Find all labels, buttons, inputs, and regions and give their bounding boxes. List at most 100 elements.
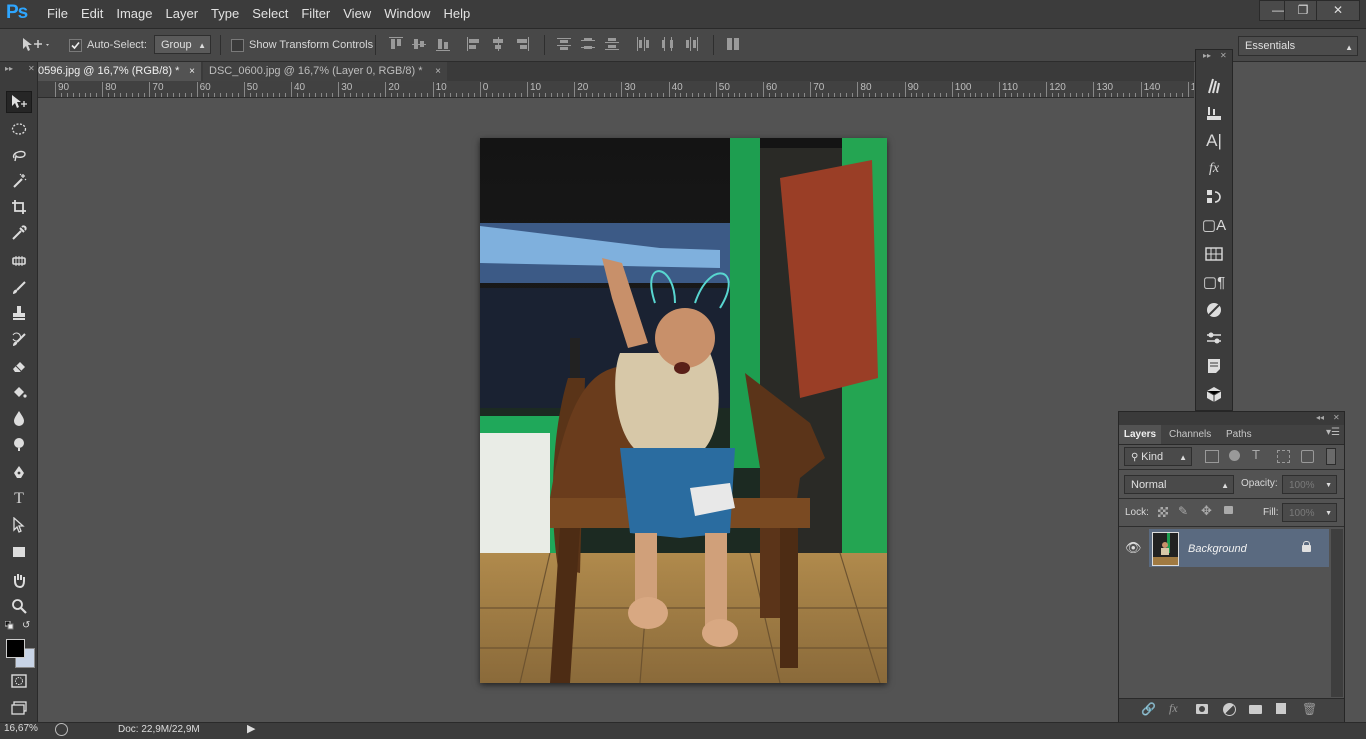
add-layer-style-icon[interactable]: fx	[1169, 701, 1178, 716]
menu-type[interactable]: Type	[210, 0, 250, 28]
color-panel-icon[interactable]	[1203, 299, 1225, 321]
crop-tool-icon[interactable]	[6, 196, 32, 218]
type-tool-icon[interactable]: T	[6, 488, 32, 510]
add-mask-icon[interactable]	[1196, 704, 1208, 714]
healing-brush-tool-icon[interactable]	[6, 250, 32, 272]
tab-paths[interactable]: Paths	[1226, 425, 1252, 444]
auto-align-layers-icon[interactable]	[726, 37, 740, 51]
eyedropper-tool-icon[interactable]	[6, 222, 32, 244]
paragraph-styles-panel-icon[interactable]: ▢¶	[1203, 271, 1225, 293]
align-vertical-center-icon[interactable]	[412, 37, 426, 51]
lock-image-pixels-icon[interactable]: ✎	[1178, 504, 1188, 518]
distribute-top-icon[interactable]	[557, 37, 571, 51]
filter-toggle-switch[interactable]	[1326, 448, 1336, 465]
collapse-panel-icon[interactable]: ◂◂	[1316, 413, 1324, 422]
blend-mode-dropdown[interactable]: Normal ▲	[1124, 475, 1234, 494]
filter-type-layer-icon[interactable]: T	[1252, 447, 1260, 462]
distribute-bottom-icon[interactable]	[605, 37, 619, 51]
auto-select-checkbox[interactable]	[69, 39, 82, 52]
menu-view[interactable]: View	[342, 0, 382, 28]
status-info-icon[interactable]	[55, 723, 68, 736]
status-menu-arrow-icon[interactable]: ▶	[247, 722, 255, 735]
quick-mask-icon[interactable]	[6, 670, 32, 692]
new-adjustment-layer-icon[interactable]	[1223, 703, 1236, 716]
magic-wand-tool-icon[interactable]	[6, 170, 32, 192]
horizontal-ruler[interactable]: 9080706050403020100102030405060708090100…	[38, 81, 1194, 98]
brush-tool-icon[interactable]	[6, 277, 32, 299]
3d-panel-icon[interactable]	[1203, 383, 1225, 405]
properties-panel-icon[interactable]	[1203, 102, 1225, 124]
fill-field[interactable]: 100% ▼	[1282, 503, 1337, 522]
menu-window[interactable]: Window	[383, 0, 441, 28]
menu-layer[interactable]: Layer	[165, 0, 210, 28]
link-layers-icon[interactable]: 🔗	[1141, 702, 1156, 716]
lock-position-icon[interactable]: ✥	[1201, 503, 1212, 519]
foreground-color-swatch[interactable]	[6, 639, 25, 658]
layer-filter-dropdown[interactable]: ⚲ Kind ▲	[1124, 447, 1192, 466]
paint-bucket-tool-icon[interactable]	[6, 381, 32, 403]
history-brush-tool-icon[interactable]	[6, 329, 32, 351]
brush-presets-panel-icon[interactable]	[1203, 327, 1225, 349]
pen-tool-icon[interactable]	[6, 462, 32, 484]
filter-shape-layer-icon[interactable]	[1277, 450, 1290, 463]
new-group-icon[interactable]	[1249, 705, 1262, 714]
close-tab-icon[interactable]: ×	[435, 62, 441, 81]
swap-colors-icon[interactable]: ↺	[22, 620, 30, 631]
menu-help[interactable]: Help	[442, 0, 481, 28]
align-bottom-icon[interactable]	[436, 37, 450, 51]
default-colors-icon[interactable]	[5, 621, 14, 630]
tab-channels[interactable]: Channels	[1169, 425, 1211, 444]
distribute-horizontal-center-icon[interactable]	[661, 37, 675, 51]
close-panel-icon[interactable]: ✕	[1220, 51, 1227, 60]
move-tool-icon[interactable]	[6, 91, 32, 113]
workspace-dropdown[interactable]: Essentials ▲	[1238, 36, 1358, 56]
filter-adjustment-layer-icon[interactable]	[1229, 450, 1240, 461]
align-left-icon[interactable]	[467, 37, 481, 51]
tab-document-2[interactable]: DSC_0600.jpg @ 16,7% (Layer 0, RGB/8) * …	[203, 62, 447, 81]
panel-menu-icon[interactable]: ▾☰	[1326, 427, 1340, 438]
eraser-tool-icon[interactable]	[6, 355, 32, 377]
align-right-icon[interactable]	[515, 37, 529, 51]
menu-edit[interactable]: Edit	[80, 0, 114, 28]
menu-file[interactable]: File	[46, 0, 79, 28]
show-transform-checkbox[interactable]	[231, 39, 244, 52]
zoom-tool-icon[interactable]	[6, 595, 32, 617]
visibility-eye-icon[interactable]: 👁	[1125, 540, 1142, 556]
lasso-tool-icon[interactable]	[6, 144, 32, 166]
distribute-right-icon[interactable]	[685, 37, 699, 51]
opacity-field[interactable]: 100% ▼	[1282, 475, 1337, 494]
auto-select-dropdown[interactable]: Group ▲	[154, 35, 211, 54]
distribute-left-icon[interactable]	[636, 37, 650, 51]
collapse-panel-icon[interactable]: ▸▸	[5, 64, 13, 73]
distribute-vertical-center-icon[interactable]	[581, 37, 595, 51]
adjustments-panel-icon[interactable]	[1203, 186, 1225, 208]
rectangle-tool-icon[interactable]	[6, 541, 32, 563]
menu-image[interactable]: Image	[115, 0, 163, 28]
move-tool-preset-icon[interactable]	[20, 36, 50, 54]
close-window-button[interactable]: ✕	[1316, 0, 1360, 21]
layers-scrollbar[interactable]	[1331, 529, 1343, 697]
lock-transparent-pixels-icon[interactable]	[1158, 507, 1168, 517]
collapse-panel-icon[interactable]: ▸▸	[1203, 51, 1211, 60]
close-panel-icon[interactable]: ✕	[28, 64, 35, 73]
character-styles-panel-icon[interactable]: ▢A	[1203, 214, 1225, 236]
blur-tool-icon[interactable]	[6, 407, 32, 429]
dodge-tool-icon[interactable]	[6, 433, 32, 455]
lock-all-icon[interactable]	[1224, 506, 1233, 514]
align-horizontal-center-icon[interactable]	[491, 37, 505, 51]
menu-select[interactable]: Select	[251, 0, 299, 28]
clone-stamp-tool-icon[interactable]	[6, 302, 32, 324]
character-panel-icon[interactable]: A|	[1203, 130, 1225, 152]
close-panel-icon[interactable]: ✕	[1333, 413, 1340, 422]
styles-panel-icon[interactable]: fx	[1203, 158, 1225, 180]
tab-layers[interactable]: Layers	[1119, 425, 1161, 444]
close-tab-icon[interactable]: ×	[189, 62, 195, 81]
screen-mode-icon[interactable]	[6, 697, 32, 719]
filter-pixel-layer-icon[interactable]	[1205, 450, 1219, 463]
zoom-level[interactable]: 16,67%	[4, 723, 38, 734]
align-top-icon[interactable]	[389, 37, 403, 51]
history-panel-icon[interactable]	[1203, 75, 1225, 97]
menu-filter[interactable]: Filter	[300, 0, 341, 28]
delete-layer-icon[interactable]: 🗑	[1302, 702, 1317, 716]
swatches-panel-icon[interactable]	[1203, 243, 1225, 265]
